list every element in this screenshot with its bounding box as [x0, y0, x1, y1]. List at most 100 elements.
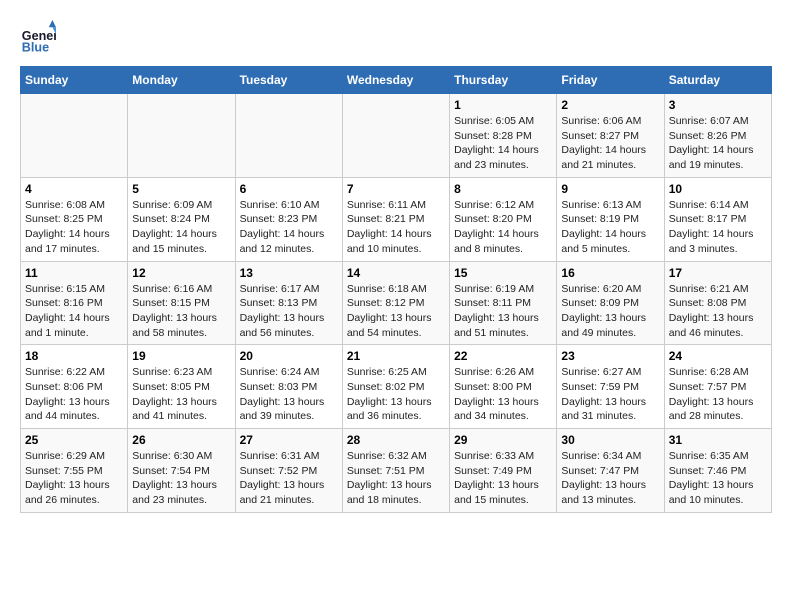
day-info: Sunrise: 6:08 AM Sunset: 8:25 PM Dayligh… [25, 198, 123, 257]
day-number: 5 [132, 182, 230, 196]
column-header-wednesday: Wednesday [342, 67, 449, 94]
day-info: Sunrise: 6:30 AM Sunset: 7:54 PM Dayligh… [132, 449, 230, 508]
calendar-body: 1 Sunrise: 6:05 AM Sunset: 8:28 PM Daylig… [21, 94, 772, 513]
day-number: 13 [240, 266, 338, 280]
day-number: 21 [347, 349, 445, 363]
calendar-cell: 20 Sunrise: 6:24 AM Sunset: 8:03 PM Dayli… [235, 345, 342, 429]
calendar-cell: 28Sunrise: 6:32 AM Sunset: 7:51 PM Dayli… [342, 429, 449, 513]
day-info: Sunrise: 6:32 AM Sunset: 7:51 PM Dayligh… [347, 449, 445, 508]
calendar-cell: 16 Sunrise: 6:20 AM Sunset: 8:09 PM Dayli… [557, 261, 664, 345]
calendar-cell: 3 Sunrise: 6:07 AM Sunset: 8:26 PM Daylig… [664, 94, 771, 178]
calendar-cell: 14 Sunrise: 6:18 AM Sunset: 8:12 PM Dayli… [342, 261, 449, 345]
day-info: Sunrise: 6:20 AM Sunset: 8:09 PM Dayligh… [561, 282, 659, 341]
day-number: 19 [132, 349, 230, 363]
day-info: Sunrise: 6:26 AM Sunset: 8:00 PM Dayligh… [454, 365, 552, 424]
day-number: 27 [240, 433, 338, 447]
day-info: Sunrise: 6:22 AM Sunset: 8:06 PM Dayligh… [25, 365, 123, 424]
day-info: Sunrise: 6:13 AM Sunset: 8:19 PM Dayligh… [561, 198, 659, 257]
svg-text:Blue: Blue [22, 41, 49, 55]
day-info: Sunrise: 6:33 AM Sunset: 7:49 PM Dayligh… [454, 449, 552, 508]
day-info: Sunrise: 6:11 AM Sunset: 8:21 PM Dayligh… [347, 198, 445, 257]
day-info: Sunrise: 6:09 AM Sunset: 8:24 PM Dayligh… [132, 198, 230, 257]
logo-icon: General Blue [20, 20, 56, 56]
calendar-cell [128, 94, 235, 178]
calendar-cell: 19 Sunrise: 6:23 AM Sunset: 8:05 PM Dayli… [128, 345, 235, 429]
column-header-thursday: Thursday [450, 67, 557, 94]
day-number: 25 [25, 433, 123, 447]
day-number: 15 [454, 266, 552, 280]
day-info: Sunrise: 6:25 AM Sunset: 8:02 PM Dayligh… [347, 365, 445, 424]
day-info: Sunrise: 6:31 AM Sunset: 7:52 PM Dayligh… [240, 449, 338, 508]
day-number: 1 [454, 98, 552, 112]
day-number: 26 [132, 433, 230, 447]
calendar-cell: 6 Sunrise: 6:10 AM Sunset: 8:23 PM Daylig… [235, 177, 342, 261]
day-info: Sunrise: 6:14 AM Sunset: 8:17 PM Dayligh… [669, 198, 767, 257]
calendar-cell [342, 94, 449, 178]
day-info: Sunrise: 6:05 AM Sunset: 8:28 PM Dayligh… [454, 114, 552, 173]
day-number: 11 [25, 266, 123, 280]
day-number: 31 [669, 433, 767, 447]
day-number: 20 [240, 349, 338, 363]
day-number: 16 [561, 266, 659, 280]
day-number: 8 [454, 182, 552, 196]
calendar-cell: 18 Sunrise: 6:22 AM Sunset: 8:06 PM Dayli… [21, 345, 128, 429]
day-number: 2 [561, 98, 659, 112]
day-number: 29 [454, 433, 552, 447]
day-info: Sunrise: 6:28 AM Sunset: 7:57 PM Dayligh… [669, 365, 767, 424]
calendar-cell: 29 Sunrise: 6:33 AM Sunset: 7:49 PM Dayli… [450, 429, 557, 513]
column-header-tuesday: Tuesday [235, 67, 342, 94]
calendar-cell: 1 Sunrise: 6:05 AM Sunset: 8:28 PM Daylig… [450, 94, 557, 178]
day-info: Sunrise: 6:23 AM Sunset: 8:05 PM Dayligh… [132, 365, 230, 424]
calendar-cell: 27 Sunrise: 6:31 AM Sunset: 7:52 PM Dayli… [235, 429, 342, 513]
week-row-3: 11Sunrise: 6:15 AM Sunset: 8:16 PM Dayli… [21, 261, 772, 345]
calendar-cell [21, 94, 128, 178]
calendar-cell: 4 Sunrise: 6:08 AM Sunset: 8:25 PM Daylig… [21, 177, 128, 261]
day-number: 10 [669, 182, 767, 196]
day-info: Sunrise: 6:07 AM Sunset: 8:26 PM Dayligh… [669, 114, 767, 173]
day-number: 6 [240, 182, 338, 196]
day-info: Sunrise: 6:34 AM Sunset: 7:47 PM Dayligh… [561, 449, 659, 508]
calendar-cell: 2Sunrise: 6:06 AM Sunset: 8:27 PM Daylig… [557, 94, 664, 178]
column-header-monday: Monday [128, 67, 235, 94]
day-number: 23 [561, 349, 659, 363]
day-number: 14 [347, 266, 445, 280]
calendar-cell: 13 Sunrise: 6:17 AM Sunset: 8:13 PM Dayli… [235, 261, 342, 345]
column-header-sunday: Sunday [21, 67, 128, 94]
day-number: 24 [669, 349, 767, 363]
calendar-table: SundayMondayTuesdayWednesdayThursdayFrid… [20, 66, 772, 513]
week-row-4: 18 Sunrise: 6:22 AM Sunset: 8:06 PM Dayli… [21, 345, 772, 429]
day-number: 9 [561, 182, 659, 196]
calendar-cell: 31Sunrise: 6:35 AM Sunset: 7:46 PM Dayli… [664, 429, 771, 513]
calendar-cell: 17Sunrise: 6:21 AM Sunset: 8:08 PM Dayli… [664, 261, 771, 345]
calendar-cell: 30 Sunrise: 6:34 AM Sunset: 7:47 PM Dayli… [557, 429, 664, 513]
calendar-cell [235, 94, 342, 178]
day-info: Sunrise: 6:18 AM Sunset: 8:12 PM Dayligh… [347, 282, 445, 341]
day-info: Sunrise: 6:16 AM Sunset: 8:15 PM Dayligh… [132, 282, 230, 341]
day-info: Sunrise: 6:17 AM Sunset: 8:13 PM Dayligh… [240, 282, 338, 341]
day-number: 3 [669, 98, 767, 112]
day-info: Sunrise: 6:19 AM Sunset: 8:11 PM Dayligh… [454, 282, 552, 341]
day-number: 22 [454, 349, 552, 363]
day-number: 18 [25, 349, 123, 363]
calendar-cell: 7Sunrise: 6:11 AM Sunset: 8:21 PM Daylig… [342, 177, 449, 261]
week-row-2: 4 Sunrise: 6:08 AM Sunset: 8:25 PM Daylig… [21, 177, 772, 261]
logo: General Blue [20, 20, 60, 56]
calendar-cell: 9 Sunrise: 6:13 AM Sunset: 8:19 PM Daylig… [557, 177, 664, 261]
day-info: Sunrise: 6:10 AM Sunset: 8:23 PM Dayligh… [240, 198, 338, 257]
calendar-cell: 22 Sunrise: 6:26 AM Sunset: 8:00 PM Dayli… [450, 345, 557, 429]
calendar-cell: 23Sunrise: 6:27 AM Sunset: 7:59 PM Dayli… [557, 345, 664, 429]
column-header-friday: Friday [557, 67, 664, 94]
day-number: 12 [132, 266, 230, 280]
day-number: 30 [561, 433, 659, 447]
calendar-cell: 11Sunrise: 6:15 AM Sunset: 8:16 PM Dayli… [21, 261, 128, 345]
day-number: 4 [25, 182, 123, 196]
calendar-cell: 24 Sunrise: 6:28 AM Sunset: 7:57 PM Dayli… [664, 345, 771, 429]
week-row-1: 1 Sunrise: 6:05 AM Sunset: 8:28 PM Daylig… [21, 94, 772, 178]
page-header: General Blue [20, 20, 772, 56]
calendar-cell: 26 Sunrise: 6:30 AM Sunset: 7:54 PM Dayli… [128, 429, 235, 513]
calendar-cell: 25Sunrise: 6:29 AM Sunset: 7:55 PM Dayli… [21, 429, 128, 513]
calendar-cell: 15 Sunrise: 6:19 AM Sunset: 8:11 PM Dayli… [450, 261, 557, 345]
calendar-cell: 12 Sunrise: 6:16 AM Sunset: 8:15 PM Dayli… [128, 261, 235, 345]
calendar-header-row: SundayMondayTuesdayWednesdayThursdayFrid… [21, 67, 772, 94]
day-info: Sunrise: 6:24 AM Sunset: 8:03 PM Dayligh… [240, 365, 338, 424]
